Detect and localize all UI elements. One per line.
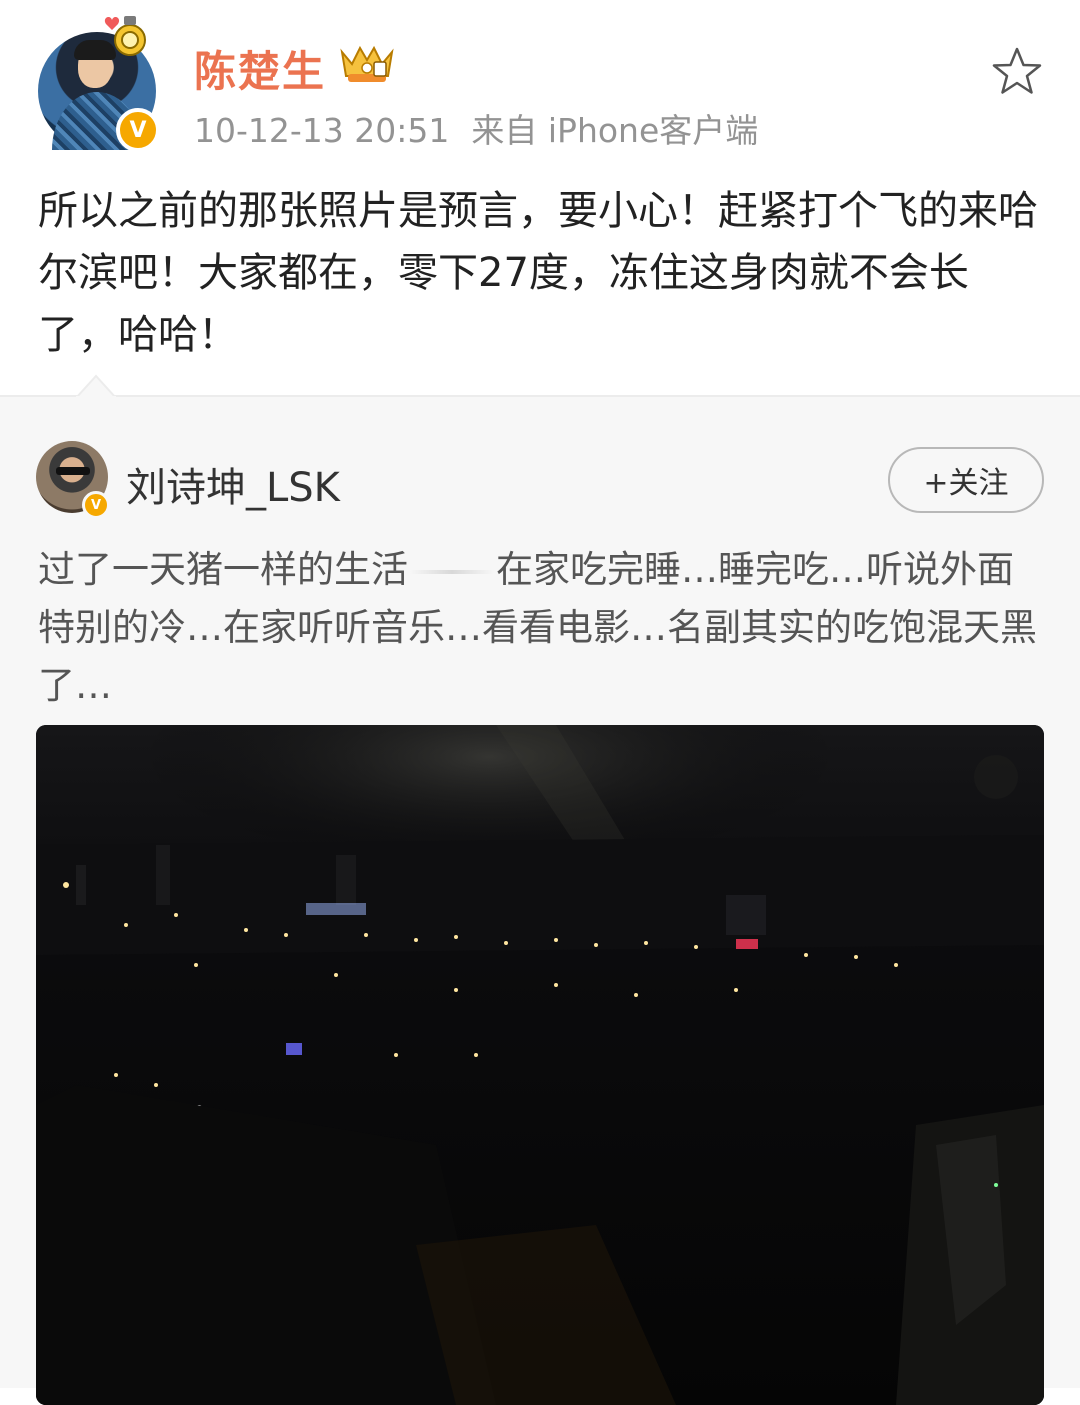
follow-button[interactable]: +关注 xyxy=(888,447,1044,513)
repost-text-part1: 过了一天猪一样的生活 xyxy=(38,548,408,591)
medal-icon xyxy=(104,16,146,56)
post-username[interactable]: 陈楚生 xyxy=(194,38,326,99)
repost-verified-icon: V xyxy=(82,491,110,519)
night-city-photo xyxy=(36,725,1044,1405)
star-icon[interactable] xyxy=(990,46,1044,96)
verified-icon: V xyxy=(116,108,160,152)
emoji-placeholder xyxy=(410,569,494,574)
repost-card[interactable]: V 刘诗坤_LSK +关注 过了一天猪一样的生活 在家吃完睡…睡完吃…听说外面特别… xyxy=(0,374,1080,1405)
crown-badge-icon xyxy=(340,45,394,82)
repost-text: 过了一天猪一样的生活 在家吃完睡…睡完吃…听说外面特别的冷…在家听听音乐…看看电影… xyxy=(38,541,1048,715)
post-meta: 10-12-13 20:51 来自 iPhone客户端 xyxy=(194,104,758,152)
post-timestamp: 10-12-13 20:51 xyxy=(194,111,450,150)
post-text: 所以之前的那张照片是预言，要小心！赶紧打个飞的来哈尔滨吧！大家都在，零下27度，… xyxy=(38,188,1038,358)
repost-username[interactable]: 刘诗坤_LSK xyxy=(126,455,340,513)
main-post: V 陈楚生 10-12-13 20:51 来自 iPhone客户端 所以之前的那张… xyxy=(0,0,1080,395)
avatar-glasses xyxy=(56,467,90,475)
post-source: 来自 iPhone客户端 xyxy=(471,111,759,150)
repost-photo[interactable] xyxy=(36,725,1044,1405)
repost-pointer xyxy=(76,374,116,398)
